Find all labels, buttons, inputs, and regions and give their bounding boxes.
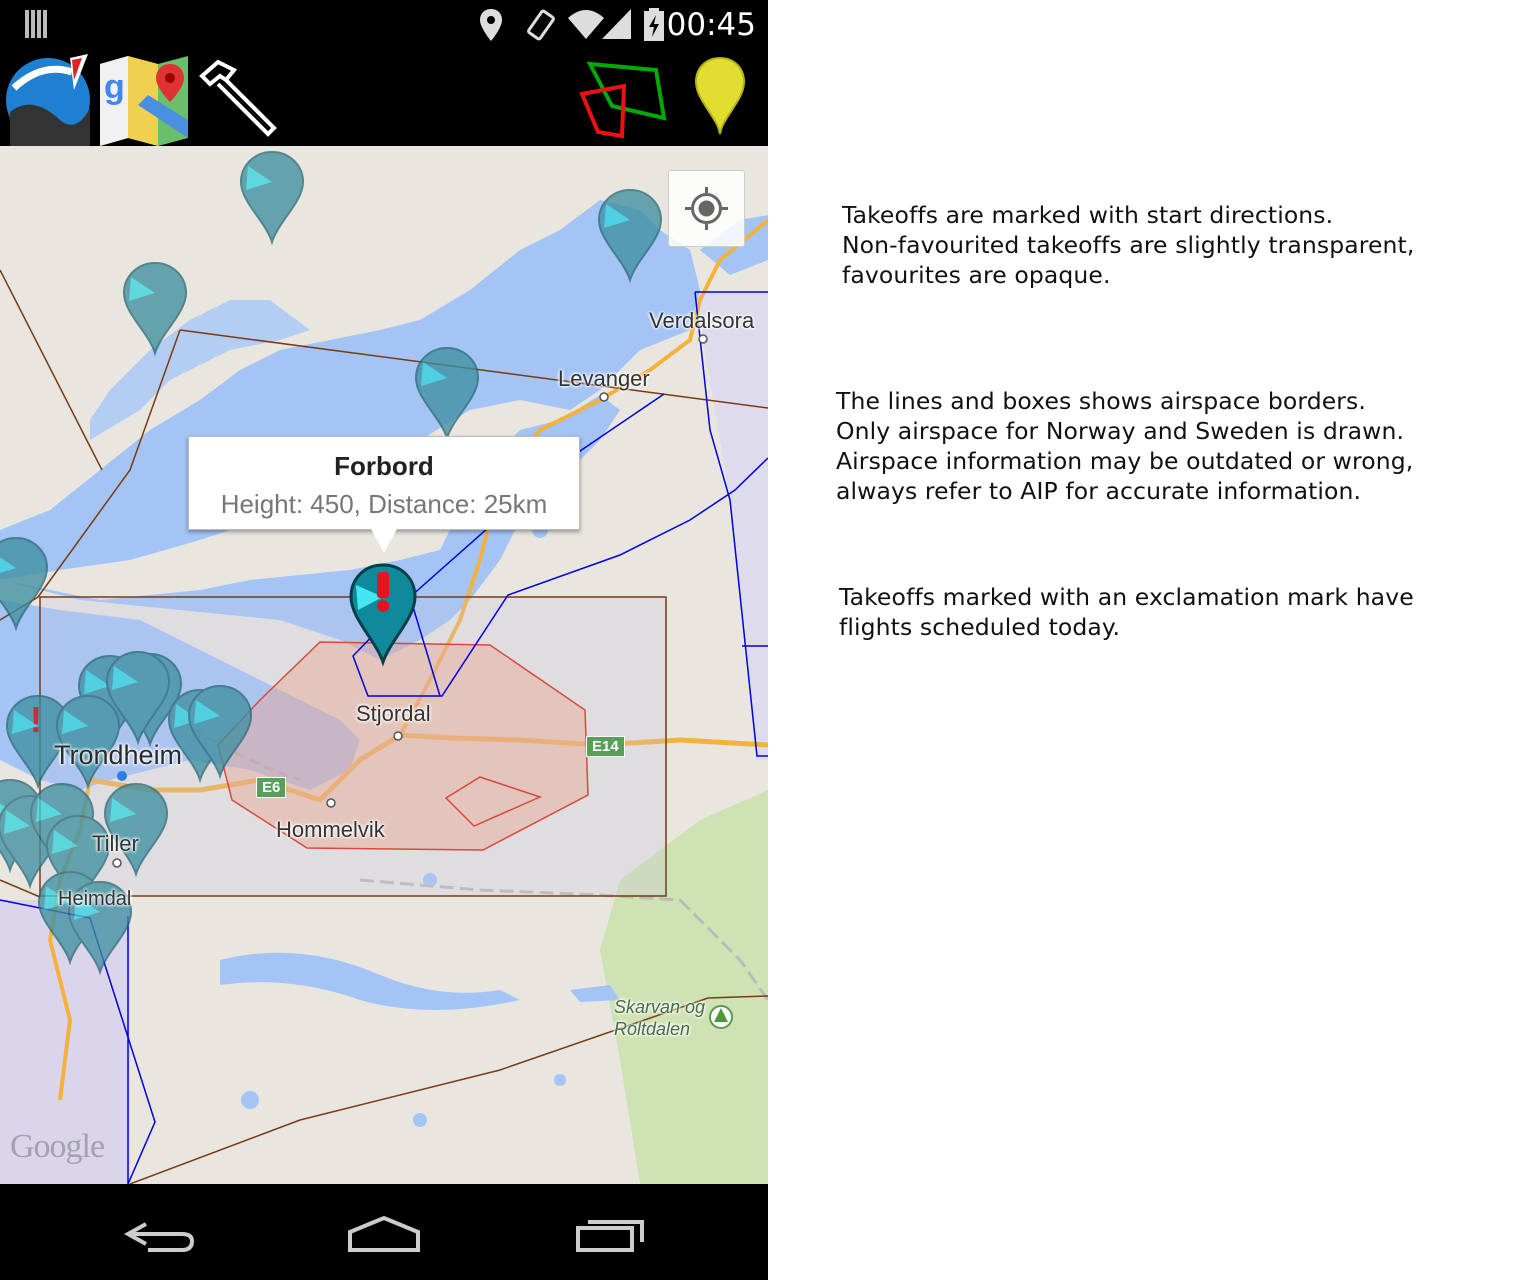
battery-charging-icon (644, 8, 664, 41)
svg-text:!: ! (30, 699, 42, 740)
info-window-pointer (370, 527, 398, 553)
home-icon[interactable] (342, 1184, 426, 1280)
info-window-title: Forbord (334, 451, 434, 481)
status-bar: 00:45 (0, 0, 768, 50)
takeoff-marker (240, 151, 304, 243)
takeoff-marker (104, 783, 168, 875)
place-label-heimdal: Heimdal (58, 888, 132, 910)
phone-screen: 00:45 g ! Verdalsora Levanger Stjordal T… (0, 0, 768, 1280)
place-label-skarvan: Skarvan og Roltdalen (614, 997, 706, 1039)
place-label-tiller: Tiller (92, 831, 139, 856)
takeoff-marker (123, 262, 187, 354)
help-text-airspace: The lines and boxes shows airspace borde… (836, 387, 1414, 505)
takeoff-marker (598, 189, 662, 281)
road-shield-e14: E14 (586, 736, 625, 757)
takeoff-info-window[interactable]: Forbord Height: 450, Distance: 25km (188, 436, 580, 530)
rotate-icon (527, 9, 555, 41)
takeoff-marker (0, 537, 48, 629)
yellow-pin-icon[interactable] (692, 50, 748, 146)
road-shield-e6: E6 (256, 777, 287, 798)
help-text-takeoffs: Takeoffs are marked with start direction… (842, 201, 1415, 289)
map-view[interactable]: ! Verdalsora Levanger Stjordal Trondheim… (0, 146, 768, 1184)
status-time: 00:45 (666, 7, 756, 43)
tools-hammer-icon[interactable] (196, 50, 282, 146)
place-label-levanger: Levanger (558, 366, 650, 391)
signal-icon (602, 9, 631, 39)
help-text-flights: Takeoffs marked with an exclamation mark… (839, 583, 1414, 641)
info-window-details: Height: 450, Distance: 25km (220, 489, 548, 519)
place-label-trondheim: Trondheim (54, 740, 183, 770)
svg-text:g: g (104, 68, 125, 106)
google-maps-icon[interactable]: g (98, 50, 190, 146)
my-location-icon (685, 187, 728, 230)
location-icon (480, 9, 502, 41)
notification-bars-icon (25, 10, 47, 38)
my-location-button[interactable] (668, 170, 745, 247)
takeoff-marker (415, 347, 479, 439)
place-label-stjordal: Stjordal (356, 701, 431, 726)
app-logo-paraglider-icon[interactable] (2, 50, 94, 146)
google-attribution: Google (10, 1128, 105, 1165)
action-bar: g (0, 50, 768, 146)
recents-icon[interactable] (570, 1184, 654, 1280)
place-label-hommelvik: Hommelvik (276, 817, 385, 842)
selected-takeoff-marker (349, 563, 417, 667)
navigation-bar (0, 1184, 768, 1280)
back-icon[interactable] (118, 1184, 202, 1280)
wifi-icon (568, 10, 604, 39)
airspace-polygons-icon[interactable] (578, 50, 670, 146)
place-label-verdalsora: Verdalsora (649, 308, 755, 333)
